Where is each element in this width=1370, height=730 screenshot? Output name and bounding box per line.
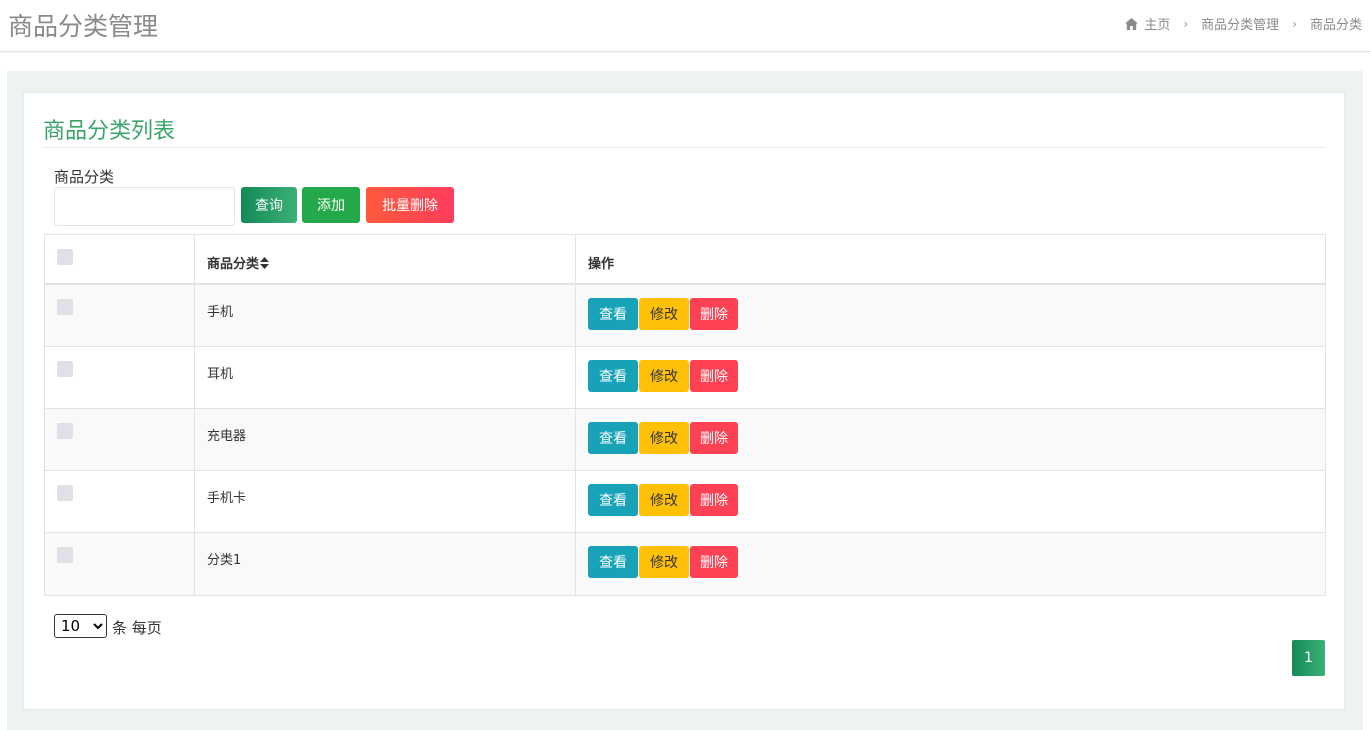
page-title: 商品分类管理 — [8, 12, 159, 41]
row-actions: 查看 修改 删除 — [588, 484, 738, 516]
header-category-label-wrap: 商品分类 — [207, 253, 270, 272]
edit-button[interactable]: 修改 — [639, 422, 689, 454]
category-name: 手机 — [207, 305, 234, 320]
delete-button[interactable]: 删除 — [690, 484, 738, 516]
breadcrumb-current: 商品分类 — [1309, 18, 1362, 33]
table-row: 分类1 查看 修改 删除 — [45, 533, 1325, 595]
header-actions-label: 操作 — [588, 257, 615, 272]
row-checkbox[interactable] — [57, 299, 73, 315]
row-checkbox[interactable] — [57, 485, 73, 501]
category-name: 手机卡 — [207, 491, 247, 506]
edit-button[interactable]: 修改 — [639, 546, 689, 578]
batch-delete-button[interactable]: 批量删除 — [366, 187, 454, 223]
row-checkbox[interactable] — [57, 423, 73, 439]
view-button[interactable]: 查看 — [588, 360, 638, 392]
row-actions: 查看 修改 删除 — [588, 298, 738, 330]
row-checkbox[interactable] — [57, 547, 73, 563]
page-button-current[interactable]: 1 — [1292, 640, 1325, 676]
header-category-cell[interactable]: 商品分类 — [195, 235, 576, 283]
add-button[interactable]: 添加 — [302, 187, 360, 223]
header-actions-cell: 操作 — [576, 235, 1325, 283]
breadcrumb: 主页 › 商品分类管理 › 商品分类 — [1125, 14, 1362, 33]
table-row: 手机 查看 修改 删除 — [45, 285, 1325, 347]
row-actions: 查看 修改 删除 — [588, 422, 738, 454]
breadcrumb-home-link[interactable]: 主页 — [1144, 14, 1170, 33]
delete-button[interactable]: 删除 — [690, 360, 738, 392]
home-icon — [1125, 17, 1139, 30]
select-all-checkbox[interactable] — [57, 249, 73, 265]
breadcrumb-category-management[interactable]: 商品分类管理 — [1201, 14, 1279, 33]
category-name: 分类1 — [207, 553, 242, 568]
delete-button[interactable]: 删除 — [690, 298, 738, 330]
category-list-card: 商品分类列表 商品分类 查询 添加 批量删除 商品分类 操作 手机 查看 修改 … — [23, 92, 1345, 710]
content-area: 商品分类列表 商品分类 查询 添加 批量删除 商品分类 操作 手机 查看 修改 … — [7, 71, 1363, 730]
edit-button[interactable]: 修改 — [639, 298, 689, 330]
table-row: 充电器 查看 修改 删除 — [45, 409, 1325, 471]
category-table: 商品分类 操作 手机 查看 修改 删除 耳机 查看 修改 删除 充电器 查看 修… — [44, 234, 1326, 596]
edit-button[interactable]: 修改 — [639, 484, 689, 516]
edit-button[interactable]: 修改 — [639, 360, 689, 392]
row-checkbox[interactable] — [57, 361, 73, 377]
view-button[interactable]: 查看 — [588, 422, 638, 454]
table-row: 耳机 查看 修改 删除 — [45, 347, 1325, 409]
delete-button[interactable]: 删除 — [690, 546, 738, 578]
view-button[interactable]: 查看 — [588, 546, 638, 578]
category-name: 充电器 — [207, 429, 247, 444]
card-title: 商品分类列表 — [43, 119, 176, 144]
delete-button[interactable]: 删除 — [690, 422, 738, 454]
category-name: 耳机 — [207, 367, 234, 382]
table-header-row: 商品分类 操作 — [45, 235, 1325, 285]
row-actions: 查看 修改 删除 — [588, 546, 738, 578]
query-button[interactable]: 查询 — [241, 187, 297, 223]
header-category-label: 商品分类 — [207, 257, 260, 272]
view-button[interactable]: 查看 — [588, 298, 638, 330]
divider — [43, 147, 1326, 148]
table-row: 手机卡 查看 修改 删除 — [45, 471, 1325, 533]
page-size-label: 条 每页 — [112, 619, 162, 637]
chevron-right-icon: › — [1292, 16, 1297, 31]
row-actions: 查看 修改 删除 — [588, 360, 738, 392]
chevron-right-icon: › — [1183, 16, 1189, 31]
page-size-select[interactable]: 10 — [54, 614, 107, 638]
header-select-cell — [45, 235, 195, 283]
category-filter-label: 商品分类 — [54, 168, 115, 186]
view-button[interactable]: 查看 — [588, 484, 638, 516]
category-search-input[interactable] — [54, 187, 235, 226]
top-bar: 商品分类管理 主页 › 商品分类管理 › 商品分类 — [0, 0, 1370, 52]
sort-icon[interactable] — [260, 257, 270, 269]
